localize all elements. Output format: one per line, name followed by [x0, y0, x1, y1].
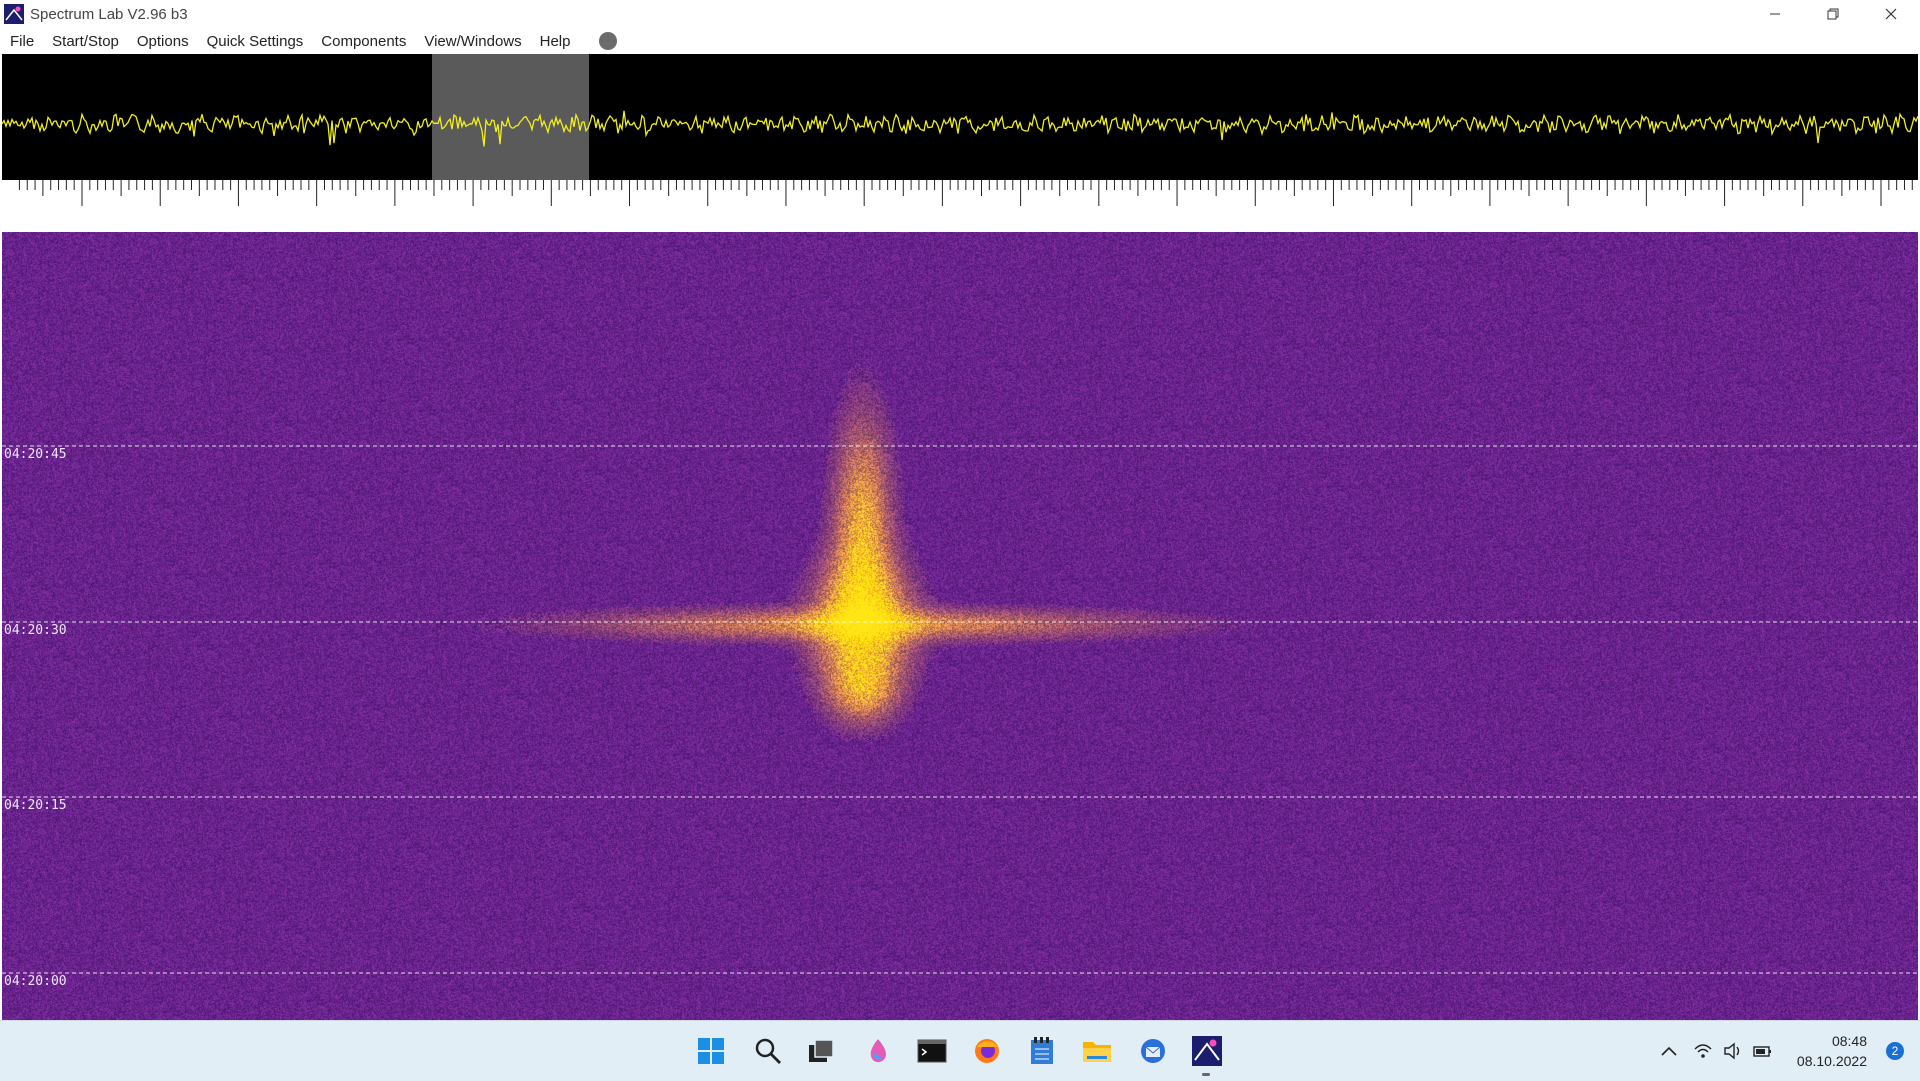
search-icon[interactable]	[752, 1035, 784, 1067]
app-icon	[4, 4, 24, 24]
menu-quick-settings[interactable]: Quick Settings	[198, 33, 313, 50]
record-indicator-icon[interactable]	[599, 32, 618, 50]
waterfall-display[interactable]: 04:20:45 04:20:30 04:20:15 04:20:00	[2, 232, 1918, 1020]
frequency-ticks	[18, 180, 1913, 206]
minimize-icon	[1770, 13, 1780, 15]
menu-bar: File Start/Stop Options Quick Settings C…	[0, 28, 1920, 54]
menu-options[interactable]: Options	[128, 33, 198, 50]
task-view-icon[interactable]	[805, 1035, 837, 1067]
speaker-icon[interactable]	[1723, 1041, 1743, 1061]
file-explorer-icon[interactable]	[1081, 1035, 1113, 1067]
menu-view-windows[interactable]: View/Windows	[415, 33, 530, 50]
notepad-icon[interactable]	[1026, 1035, 1058, 1067]
time-label-3: 04:20:15	[4, 798, 67, 813]
menu-file[interactable]: File	[0, 33, 43, 50]
time-label-4: 04:20:00	[4, 974, 67, 989]
battery-icon[interactable]	[1753, 1041, 1773, 1061]
clock-time[interactable]: 08:48	[1832, 1033, 1867, 1049]
spectrum-graph[interactable]	[2, 54, 1918, 180]
windows-start-icon[interactable]	[695, 1035, 727, 1067]
app-client-area: 1002003004005006007008009001000110012001…	[0, 54, 1920, 1020]
active-app-indicator	[1202, 1073, 1210, 1076]
restore-button[interactable]	[1804, 0, 1862, 28]
wifi-icon[interactable]	[1693, 1041, 1713, 1061]
menu-components[interactable]: Components	[312, 33, 415, 50]
spectrum-trace	[2, 110, 1918, 147]
window-title: Spectrum Lab V2.96 b3	[30, 5, 188, 23]
restore-icon	[1827, 8, 1839, 20]
menu-start-stop[interactable]: Start/Stop	[43, 33, 128, 50]
time-gridlines	[2, 445, 1918, 974]
spectrum-lab-icon[interactable]	[1191, 1035, 1223, 1067]
paint-icon[interactable]	[862, 1035, 894, 1067]
taskbar: 08:48 08.10.2022 2	[0, 1020, 1920, 1081]
thunderbird-icon[interactable]	[1137, 1035, 1169, 1067]
close-button[interactable]	[1862, 0, 1920, 28]
clock-date[interactable]: 08.10.2022	[1797, 1053, 1867, 1069]
firefox-icon[interactable]	[971, 1035, 1003, 1067]
time-label-2: 04:20:30	[4, 623, 67, 638]
time-label-1: 04:20:45	[4, 447, 67, 462]
notification-badge[interactable]: 2	[1886, 1042, 1904, 1060]
terminal-icon[interactable]	[916, 1035, 948, 1067]
chevron-up-icon[interactable]	[1659, 1041, 1679, 1061]
minimize-button[interactable]	[1746, 0, 1804, 28]
menu-help[interactable]: Help	[531, 33, 580, 50]
title-bar: Spectrum Lab V2.96 b3	[0, 0, 1920, 28]
close-icon	[1885, 8, 1897, 20]
